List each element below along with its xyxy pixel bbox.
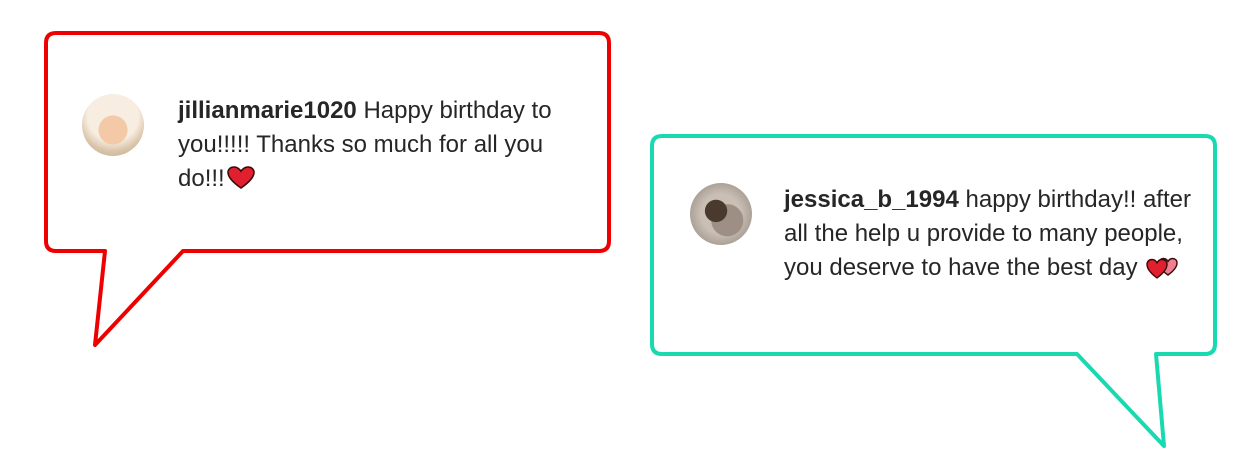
two-hearts-icon — [1146, 255, 1180, 289]
comment-username[interactable]: jillianmarie1020 — [178, 97, 357, 124]
comment-jessica_b_1994: jessica_b_1994 happy birthday!! after al… — [690, 183, 1194, 289]
avatar[interactable] — [690, 183, 752, 245]
comment-text-block: jessica_b_1994 happy birthday!! after al… — [784, 183, 1194, 289]
comment-text-block: jillianmarie1020 Happy birthday to you!!… — [178, 94, 578, 200]
comment-jillianmarie1020: jillianmarie1020 Happy birthday to you!!… — [82, 94, 578, 200]
avatar[interactable] — [82, 94, 144, 156]
comment-username[interactable]: jessica_b_1994 — [784, 186, 959, 213]
red-heart-icon — [226, 166, 255, 200]
